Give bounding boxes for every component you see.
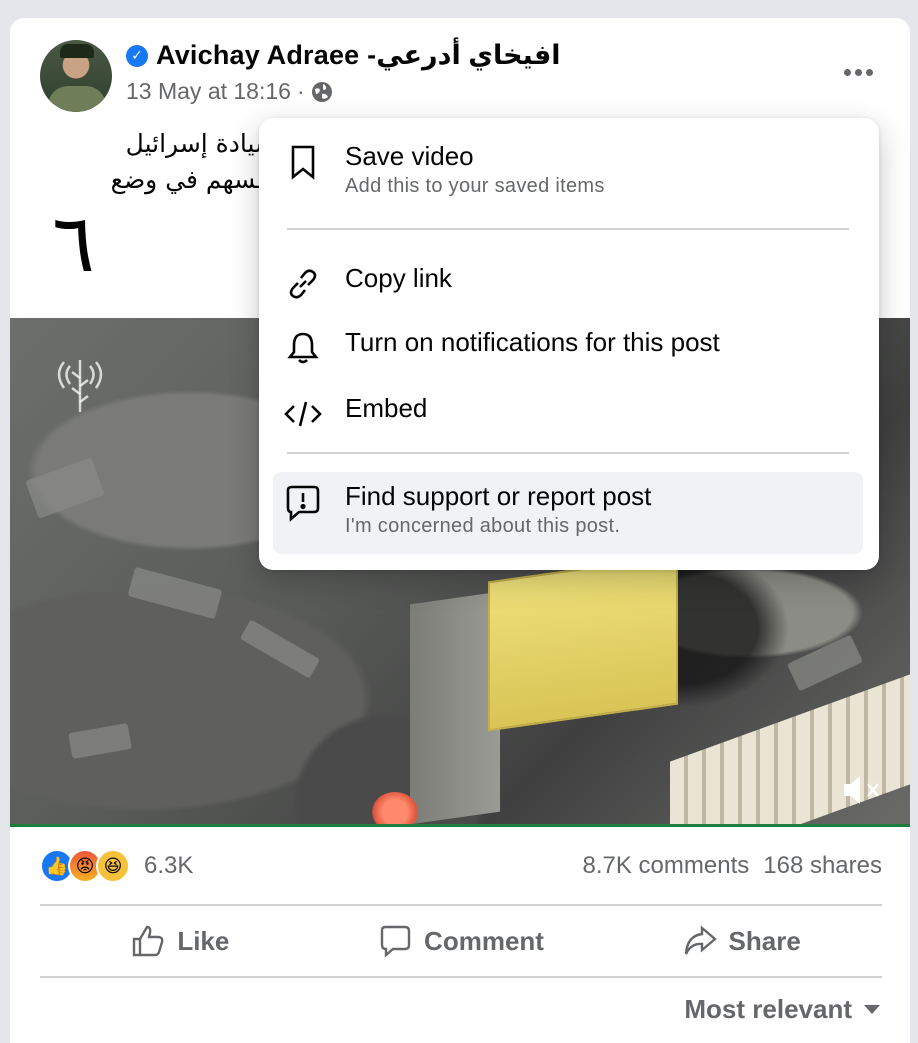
divider [40, 976, 882, 978]
share-icon [684, 925, 717, 955]
mute-icon[interactable] [840, 772, 884, 808]
fire [372, 792, 418, 826]
more-options-icon[interactable] [836, 58, 880, 86]
comment-icon [380, 925, 411, 958]
code-icon [273, 392, 333, 432]
save-video-label: Save video [345, 141, 474, 171]
post-timestamp[interactable]: 13 May at 18:16 [126, 78, 291, 105]
rubble [68, 722, 132, 760]
idf-watermark-icon [50, 348, 110, 416]
sort-label: Most relevant [684, 994, 852, 1024]
rubble [127, 566, 223, 620]
copy-link-label: Copy link [345, 263, 452, 293]
report-label: Find support or report post [345, 481, 652, 511]
menu-item-embed[interactable]: Embed [273, 392, 863, 432]
post-text-line-2: نفسهم في وضع [110, 165, 276, 194]
comment-sort-dropdown[interactable]: Most relevant [684, 994, 880, 1025]
menu-pointer [836, 104, 864, 119]
video-progress-bar[interactable] [10, 824, 910, 827]
menu-item-copy-link[interactable]: Copy link [273, 262, 863, 302]
share-label: Share [728, 925, 801, 956]
save-video-sub: Add this to your saved items [345, 175, 605, 197]
globe-icon[interactable] [311, 81, 333, 103]
reactions-summary: 👍 😡 😆 6.3K 8.7K comments 168 shares [40, 848, 882, 884]
author-avatar[interactable] [40, 40, 112, 112]
post-actions: Like Comment Share [40, 906, 882, 976]
meta-separator: · [296, 78, 305, 104]
embed-label: Embed [345, 393, 428, 423]
notifications-label: Turn on notifications for this post [345, 327, 720, 357]
menu-item-report[interactable]: Find support or report post I'm concerne… [273, 472, 863, 554]
bookmark-icon [273, 140, 333, 180]
rubble [786, 634, 864, 692]
comments-count[interactable]: 8.7K comments [583, 852, 750, 880]
post-text: سيادة إسرائيل نفسهم في وضع [96, 126, 276, 198]
post-options-menu: Save video Add this to your saved items … [259, 118, 879, 570]
author-row: ✓ Avichay Adraee -افيخاي أدرعي [126, 40, 561, 71]
chevron-down-icon [864, 1005, 880, 1014]
haha-reaction-icon: 😆 [96, 849, 130, 883]
post-meta: 13 May at 18:16 · [126, 78, 333, 105]
comment-button[interactable]: Comment [321, 906, 602, 976]
menu-item-notifications[interactable]: Turn on notifications for this post [273, 326, 863, 366]
like-button[interactable]: Like [40, 906, 321, 976]
avatar-uniform [48, 86, 106, 112]
avatar-cap [60, 44, 94, 58]
menu-divider [287, 452, 849, 454]
post-text-line-1: سيادة إسرائيل [125, 129, 276, 158]
reaction-count[interactable]: 6.3K [144, 852, 193, 880]
bell-icon [273, 326, 333, 366]
building-facade [410, 591, 500, 825]
rubble [25, 457, 105, 519]
comment-label: Comment [424, 925, 544, 956]
share-button[interactable]: Share [601, 906, 882, 976]
rubble [239, 619, 321, 679]
post-text-numeral: ٦ [52, 197, 95, 290]
shares-count[interactable]: 168 shares [763, 852, 882, 880]
thumbs-up-icon [133, 925, 164, 957]
post-stats: 8.7K comments 168 shares [583, 852, 882, 880]
report-sub: I'm concerned about this post. [345, 515, 621, 537]
author-name[interactable]: Avichay Adraee -افيخاي أدرعي [156, 40, 561, 71]
verified-badge-icon: ✓ [126, 44, 148, 67]
menu-item-save-video[interactable]: Save video Add this to your saved items [273, 140, 863, 210]
report-icon [273, 480, 333, 522]
reaction-icons[interactable]: 👍 😡 😆 [40, 849, 130, 883]
menu-divider [287, 228, 849, 230]
yellow-rooftop [488, 554, 678, 732]
link-icon [273, 262, 333, 302]
like-label: Like [177, 925, 230, 956]
